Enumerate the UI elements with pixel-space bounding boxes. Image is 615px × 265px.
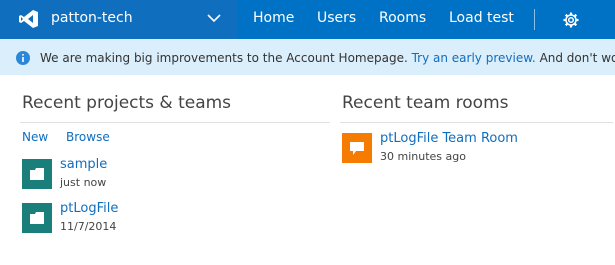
top-nav-bar: patton-tech Home Users Rooms Load test (0, 0, 615, 39)
project-name[interactable]: ptLogFile (60, 201, 118, 216)
nav-home[interactable]: Home (253, 10, 294, 26)
banner-message: We are making big improvements to the Ac… (40, 51, 615, 65)
chevron-down-icon (207, 14, 221, 23)
recent-rooms-section: Recent team rooms ptLogFile Team Room 30… (340, 93, 613, 163)
early-preview-link[interactable]: Try an early preview. (412, 51, 536, 65)
project-actions: New Browse (22, 130, 124, 144)
room-last-activity: 30 minutes ago (380, 150, 466, 163)
account-selector[interactable]: patton-tech (0, 0, 238, 39)
folder-icon (30, 212, 44, 224)
room-name[interactable]: ptLogFile Team Room (380, 131, 518, 146)
project-date: just now (60, 176, 107, 189)
browse-link[interactable]: Browse (66, 130, 110, 144)
info-banner: We are making big improvements to the Ac… (0, 39, 615, 75)
account-name: patton-tech (51, 10, 133, 26)
chat-bubble-icon (350, 142, 364, 155)
nav-load-test[interactable]: Load test (449, 10, 514, 26)
visual-studio-logo-icon (19, 10, 38, 28)
project-item[interactable]: ptLogFile 11/7/2014 (22, 201, 302, 237)
new-project-link[interactable]: New (22, 130, 48, 144)
nav-rooms[interactable]: Rooms (379, 10, 426, 26)
project-tile-icon (22, 159, 52, 189)
banner-text-continued: And don't worry, you can (539, 51, 615, 65)
project-item[interactable]: sample just now (22, 157, 302, 193)
gear-icon[interactable] (563, 12, 579, 28)
banner-text: We are making big improvements to the Ac… (40, 51, 408, 65)
room-item[interactable]: ptLogFile Team Room 30 minutes ago (342, 131, 615, 167)
section-divider (20, 122, 330, 123)
room-tile-icon (342, 133, 372, 163)
nav-divider (534, 9, 535, 30)
folder-icon (30, 168, 44, 180)
project-tile-icon (22, 203, 52, 233)
project-date: 11/7/2014 (60, 220, 117, 233)
section-divider (340, 122, 613, 123)
nav-users[interactable]: Users (317, 10, 356, 26)
recent-rooms-title: Recent team rooms (342, 93, 509, 113)
recent-projects-section: Recent projects & teams New Browse sampl… (20, 93, 330, 233)
project-name[interactable]: sample (60, 157, 107, 172)
recent-projects-title: Recent projects & teams (22, 93, 232, 113)
info-icon (16, 51, 30, 65)
